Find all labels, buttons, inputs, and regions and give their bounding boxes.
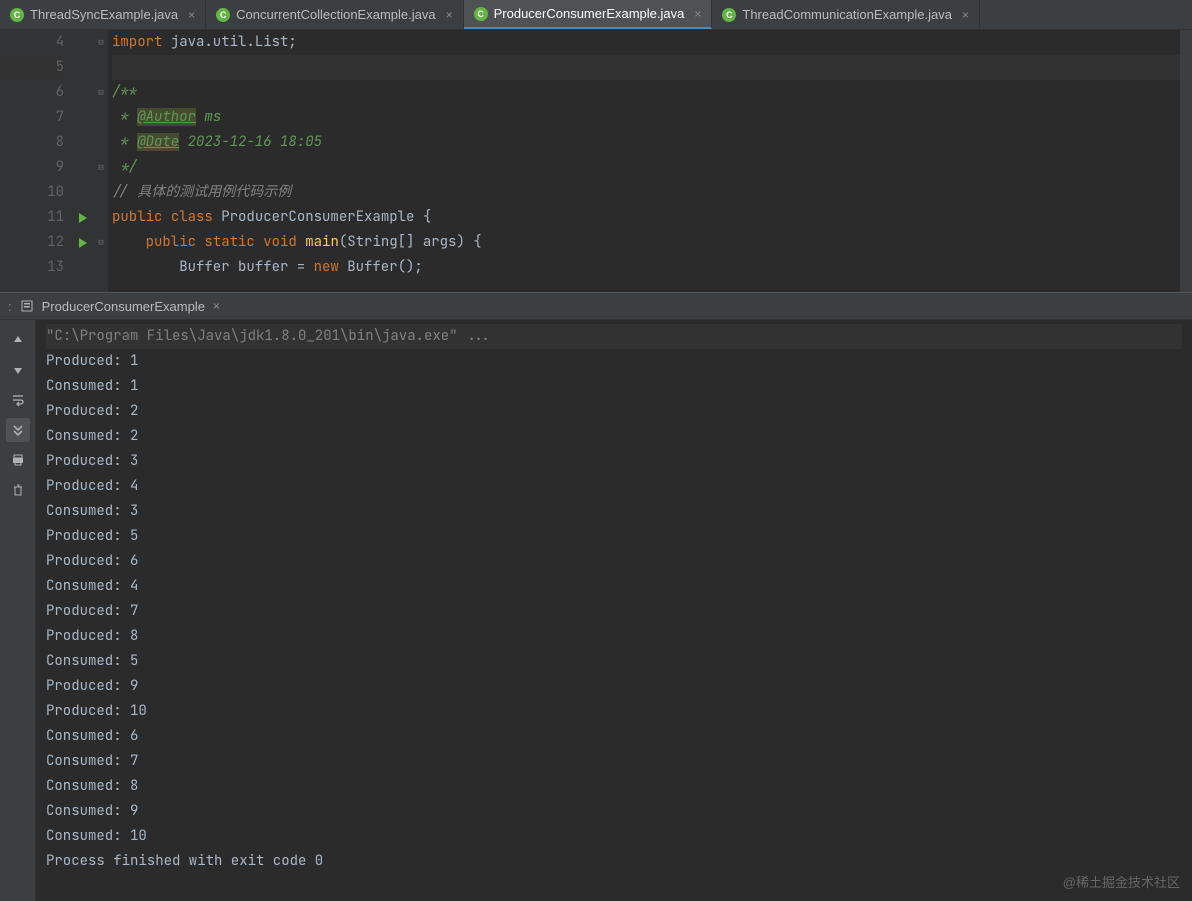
print-button[interactable] xyxy=(6,448,30,472)
close-icon[interactable]: × xyxy=(962,8,969,22)
scroll-to-end-button[interactable] xyxy=(6,418,30,442)
run-config-icon xyxy=(20,299,34,313)
run-toolbar xyxy=(0,320,36,901)
run-gutter xyxy=(72,30,94,292)
tab-label: ThreadSyncExample.java xyxy=(30,7,178,22)
java-class-icon xyxy=(722,8,736,22)
run-tab-label[interactable]: ProducerConsumerExample xyxy=(42,299,205,314)
run-tool-window: "C:\Program Files\Java\jdk1.8.0_201\bin\… xyxy=(0,320,1192,901)
tab-label: ProducerConsumerExample.java xyxy=(494,6,685,21)
run-window-handle[interactable]: : xyxy=(8,299,12,314)
line-number-gutter: 45678910111213 xyxy=(0,30,72,292)
editor-tabs: ThreadSyncExample.java × ConcurrentColle… xyxy=(0,0,1192,30)
tab-threadsync[interactable]: ThreadSyncExample.java × xyxy=(0,0,206,29)
tab-producerconsumer[interactable]: ProducerConsumerExample.java × xyxy=(464,0,713,29)
java-class-icon xyxy=(474,7,488,21)
watermark-text: @稀土掘金技术社区 xyxy=(1063,872,1180,891)
close-icon[interactable]: × xyxy=(446,8,453,22)
tab-label: ThreadCommunicationExample.java xyxy=(742,7,952,22)
code-editor[interactable]: 45678910111213 ⊟⊟⊟⊟ import java.util.Lis… xyxy=(0,30,1192,292)
run-tool-window-header: : ProducerConsumerExample × xyxy=(0,292,1192,320)
tab-concurrentcollection[interactable]: ConcurrentCollectionExample.java × xyxy=(206,0,463,29)
close-icon[interactable]: × xyxy=(694,7,701,21)
down-arrow-button[interactable] xyxy=(6,358,30,382)
up-arrow-button[interactable] xyxy=(6,328,30,352)
tab-threadcommunication[interactable]: ThreadCommunicationExample.java × xyxy=(712,0,980,29)
clear-all-button[interactable] xyxy=(6,478,30,502)
close-icon[interactable]: × xyxy=(213,299,220,313)
java-class-icon xyxy=(10,8,24,22)
java-class-icon xyxy=(216,8,230,22)
soft-wrap-button[interactable] xyxy=(6,388,30,412)
console-output[interactable]: "C:\Program Files\Java\jdk1.8.0_201\bin\… xyxy=(36,320,1192,901)
editor-scrollbar[interactable] xyxy=(1180,30,1192,292)
code-content[interactable]: import java.util.List;/** * @Author ms *… xyxy=(108,30,1192,292)
tab-label: ConcurrentCollectionExample.java xyxy=(236,7,435,22)
close-icon[interactable]: × xyxy=(188,8,195,22)
fold-gutter: ⊟⊟⊟⊟ xyxy=(94,30,108,292)
